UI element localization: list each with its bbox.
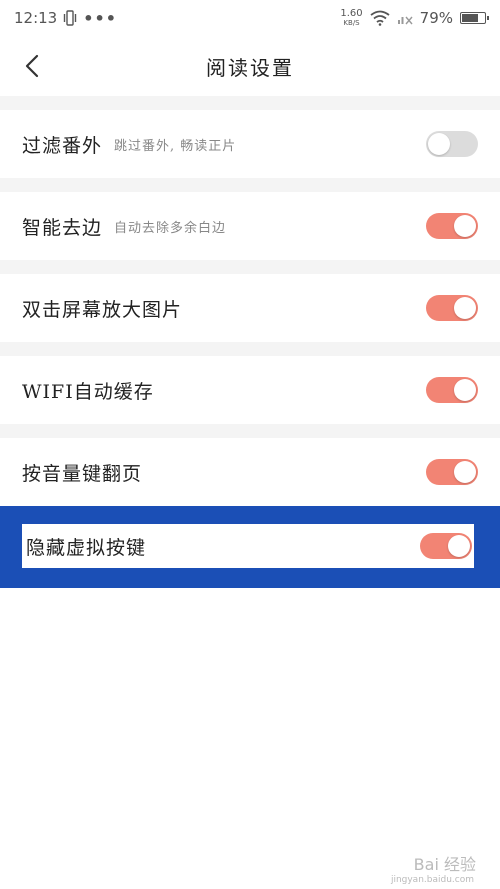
battery-level — [462, 14, 478, 22]
setting-desc: 跳过番外, 畅读正片 — [114, 138, 237, 154]
net-speed: 1.60 KB/S — [340, 8, 363, 28]
section-divider — [0, 178, 500, 192]
setting-desc: 自动去除多余白边 — [114, 220, 227, 236]
setting-label: 双击屏幕放大图片 — [22, 298, 183, 321]
toggle-switch[interactable] — [426, 213, 478, 239]
toggle-switch[interactable] — [426, 459, 478, 485]
page-title: 阅读设置 — [206, 55, 294, 80]
setting-label: 过滤番外 — [22, 134, 103, 157]
toggle-knob — [448, 535, 470, 557]
section-divider — [0, 424, 500, 438]
setting-label: WIFI自动缓存 — [22, 380, 154, 403]
section-divider — [0, 260, 500, 274]
toggle-knob — [454, 215, 476, 237]
toggle-knob — [454, 297, 476, 319]
setting-label: 智能去边 — [22, 216, 103, 239]
status-time: 12:13 — [14, 9, 58, 27]
status-left: 12:13 ••• — [14, 9, 117, 28]
chevron-left-icon — [25, 54, 39, 78]
highlight-frame: 隐藏虚拟按键 — [0, 506, 500, 588]
section-divider — [0, 96, 500, 110]
toggle-switch[interactable] — [426, 295, 478, 321]
toggle-switch[interactable] — [426, 377, 478, 403]
watermark-logo: Bai 经验 jingyan.baidu.com — [391, 851, 476, 885]
back-button[interactable] — [18, 52, 46, 80]
battery-percent: 79% — [419, 9, 453, 27]
setting-label: 隐藏虚拟按键 — [26, 536, 147, 559]
toggle-knob — [454, 461, 476, 483]
watermark-text: Bai 经验 — [413, 855, 476, 874]
section-divider — [0, 342, 500, 356]
setting-row-double-tap-zoom[interactable]: 双击屏幕放大图片 — [0, 274, 500, 342]
toggle-knob — [454, 379, 476, 401]
setting-label: 按音量键翻页 — [22, 462, 143, 485]
toggle-switch[interactable] — [420, 533, 472, 559]
wifi-icon — [370, 10, 390, 26]
setting-row-wifi-cache[interactable]: WIFI自动缓存 — [0, 356, 500, 424]
setting-row-hide-nav-keys[interactable]: 隐藏虚拟按键 — [22, 524, 474, 568]
watermark-sub: jingyan.baidu.com — [390, 875, 474, 885]
net-speed-value: 1.60 — [340, 8, 363, 19]
more-notifications-icon: ••• — [83, 8, 117, 28]
net-speed-unit: KB/S — [343, 19, 360, 27]
header: 阅读设置 — [0, 36, 500, 96]
battery-icon — [460, 12, 489, 24]
status-right: 1.60 KB/S 79% — [340, 8, 489, 28]
vibrate-icon — [64, 10, 77, 26]
toggle-switch[interactable] — [426, 131, 478, 157]
status-bar: 12:13 ••• 1.60 KB/S 79% — [0, 0, 500, 36]
setting-row-filter-extras[interactable]: 过滤番外 跳过番外, 畅读正片 — [0, 110, 500, 178]
setting-row-smart-trim[interactable]: 智能去边 自动去除多余白边 — [0, 192, 500, 260]
setting-row-volume-key-page[interactable]: 按音量键翻页 — [0, 438, 500, 506]
settings-list: 过滤番外 跳过番外, 畅读正片 智能去边 自动去除多余白边 双击屏幕放大图片 W… — [0, 96, 500, 588]
toggle-knob — [428, 133, 450, 155]
signal-icon — [397, 16, 413, 25]
